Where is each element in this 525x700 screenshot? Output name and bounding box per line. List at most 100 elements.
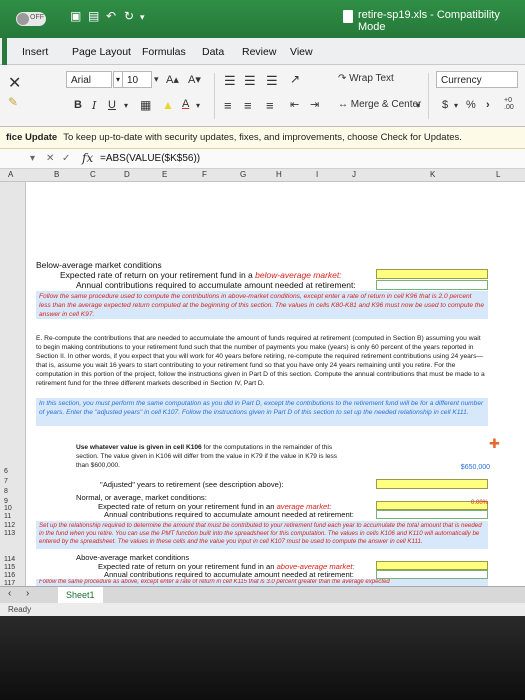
cell-k106-value[interactable]: $650,000 [436,464,490,471]
formula-bar: ▾ ✕ ✓ fx =ABS(VALUE($K$56)) [0,149,525,169]
accounting-format-button[interactable]: $ [442,99,448,111]
row-header[interactable]: 114 [4,556,15,563]
merge-center-button[interactable]: ↔ Merge & Center [338,99,421,110]
above-contrib-label: Annual contributions required to accumul… [104,570,354,579]
next-sheet-icon[interactable]: › [26,588,29,599]
cell-k115-input[interactable] [376,561,488,570]
tab-data[interactable]: Data [202,46,224,58]
ribbon-divider [428,73,429,119]
row-header[interactable]: 10 [4,505,12,512]
shrink-font-button[interactable]: A▾ [188,73,201,86]
enter-icon[interactable]: ✓ [62,153,70,164]
chevron-down-icon[interactable]: ▾ [140,12,145,23]
column-header[interactable]: L [496,170,500,179]
row-header[interactable]: 9 [4,498,8,505]
below-note: Follow the same procedure used to comput… [36,291,488,319]
normal-note: Set up the relationship required to dete… [36,521,488,549]
font-name-box[interactable]: Arial [66,71,112,88]
status-text: Ready [8,605,32,614]
print-icon[interactable]: ▤ [88,9,99,23]
percent-style-button[interactable]: % [466,99,476,111]
number-format-box[interactable]: Currency [436,71,518,88]
name-box-dropdown[interactable]: ▾ [30,153,35,164]
save-icon[interactable]: ▣ [70,9,81,23]
row-header[interactable]: 116 [4,572,15,579]
row-header[interactable]: 7 [4,478,8,485]
cell-k107-input[interactable] [376,479,488,489]
cell-k97[interactable] [376,280,488,290]
column-header[interactable]: K [430,170,435,179]
column-header[interactable]: A [8,170,13,179]
column-header[interactable]: H [276,170,282,179]
tab-insert[interactable]: Insert [22,46,48,58]
formula-input[interactable]: =ABS(VALUE($K$56)) [100,153,200,164]
merge-center-label: Merge & Center [350,99,422,110]
cell-k96-input[interactable] [376,269,488,279]
grow-font-button[interactable]: A▴ [166,73,179,86]
merge-center-dropdown[interactable]: ▾ [416,101,420,110]
font-size-dropdown[interactable]: ▾ [154,74,159,85]
format-painter-icon[interactable]: ✎ [8,95,18,109]
align-bottom-icon[interactable]: ☰ [266,73,278,89]
column-header[interactable]: B [54,170,59,179]
notice-title: fice Update [6,132,58,143]
font-size-box[interactable]: 10 [122,71,152,88]
column-header[interactable]: J [352,170,356,179]
decrease-indent-icon[interactable]: ⇤ [290,98,299,111]
tab-home-edge[interactable] [2,38,7,65]
cancel-icon[interactable]: ✕ [46,153,54,164]
align-left-icon[interactable]: ≡ [224,98,232,113]
row-header[interactable]: 11 [4,513,11,520]
function-icon[interactable]: fx [82,151,93,165]
tab-formulas[interactable]: Formulas [142,46,186,58]
undo-icon[interactable]: ↶ [106,9,116,23]
autosave-toggle[interactable]: OFF [16,12,46,26]
column-header[interactable]: I [316,170,318,179]
accounting-format-dropdown[interactable]: ▾ [454,101,458,110]
align-center-icon[interactable]: ≡ [244,98,252,113]
font-color-dropdown[interactable]: ▾ [196,101,200,110]
increase-decimal-icon[interactable]: +0.00 [504,97,514,111]
document-icon [343,10,353,23]
row-header[interactable]: 115 [4,564,15,571]
ribbon-home: ✕ ✎ Arial ▾ 10 ▾ A▴ A▾ B I U ▾ ▦ ▲ A ▾ ☰… [0,65,525,127]
align-middle-icon[interactable]: ☰ [244,73,256,89]
above-note: Follow the same procedure as above, exce… [36,579,488,586]
wrap-text-button[interactable]: ↷ Wrap Text [338,73,394,84]
below-rate-label-text: Expected rate of return on your retireme… [60,270,256,280]
tab-view[interactable]: View [290,46,313,58]
italic-button[interactable]: I [92,99,96,112]
row-header[interactable]: 112 [4,522,15,529]
prev-sheet-icon[interactable]: ‹ [8,588,11,599]
column-header[interactable]: C [90,170,96,179]
comma-style-button[interactable]: › [486,99,490,111]
font-color-button[interactable]: A [182,98,189,110]
underline-button[interactable]: U [108,99,116,111]
column-header[interactable]: F [202,170,207,179]
fill-color-icon[interactable]: ▲ [162,98,174,112]
cell-k116[interactable] [376,570,488,579]
align-right-icon[interactable]: ≡ [266,98,274,113]
tab-page-layout[interactable]: Page Layout [72,46,131,58]
bold-button[interactable]: B [74,99,82,111]
redo-icon[interactable]: ↻ [124,9,134,23]
row-header[interactable]: 6 [4,468,8,475]
align-top-icon[interactable]: ☰ [224,73,236,89]
row-header[interactable]: 113 [4,530,15,537]
cut-icon[interactable]: ✕ [8,73,21,93]
cursor-plus-icon: ✚ [489,436,500,451]
column-header[interactable]: G [240,170,246,179]
tab-review[interactable]: Review [242,46,276,58]
below-rate-label: Expected rate of return on your retireme… [60,270,342,280]
sheet-tab-sheet1[interactable]: Sheet1 [58,587,103,603]
column-header[interactable]: D [124,170,130,179]
row-header[interactable]: 8 [4,488,8,495]
borders-icon[interactable]: ▦ [140,98,151,112]
increase-indent-icon[interactable]: ⇥ [310,98,319,111]
orientation-icon[interactable]: ↗ [290,72,300,86]
underline-dropdown[interactable]: ▾ [124,101,128,110]
title-bar: OFF ▣ ▤ ↶ ↻ ▾ retire-sp19.xls - Compatib… [0,0,525,38]
below-contrib-label: Annual contributions required to accumul… [76,280,356,290]
column-header[interactable]: E [162,170,167,179]
cell-k111[interactable] [376,510,488,519]
